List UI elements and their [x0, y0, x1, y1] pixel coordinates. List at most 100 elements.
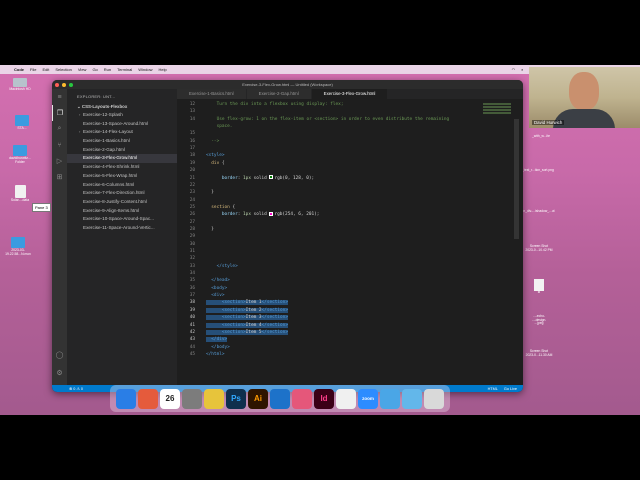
trash-icon[interactable] — [424, 388, 444, 409]
code-token: Item 5 — [245, 329, 262, 335]
search-icon[interactable]: ⌕ — [521, 67, 523, 72]
menu-item-help[interactable]: Help — [158, 67, 166, 72]
code-token: --> — [206, 138, 220, 144]
desktop-icon-movie[interactable]: 2023-03- 19.22.58...N.mov — [4, 237, 32, 256]
tab-exercise-3[interactable]: Exercise-3-Flex-Grow.html — [311, 89, 389, 99]
extensions-icon[interactable]: ⊞ — [52, 169, 67, 185]
code-text: </div> — [206, 337, 228, 343]
line-number: 30 — [189, 241, 195, 247]
finder-icon[interactable] — [116, 388, 136, 409]
line-number: 36 — [189, 285, 195, 291]
code-text: space. — [206, 124, 233, 129]
file-item[interactable]: Exercise-7-Flex-Direction.html — [67, 189, 177, 198]
code-token: <div> — [206, 293, 225, 299]
menu-app-name[interactable]: Code — [14, 67, 24, 72]
tab-exercise-1[interactable]: Exercise-1-Basics.html — [177, 89, 247, 99]
launchpad-icon[interactable] — [138, 388, 158, 409]
code-text: <section>Item 2</section> — [206, 307, 288, 313]
desktop-icon-right-5[interactable]: Screen Shot 2023-0...10.42 PM — [525, 244, 553, 252]
run-debug-icon[interactable]: ▷ — [52, 153, 67, 169]
menu-item-terminal[interactable]: Terminal — [117, 67, 132, 72]
code-line: 15 — [177, 130, 523, 137]
illustrator-icon[interactable]: Ai — [248, 388, 268, 409]
hard-drive-icon — [13, 78, 27, 87]
desktop-icon-right-6[interactable]: id — [525, 279, 553, 295]
photoshop-icon[interactable]: Ps — [226, 388, 246, 409]
accounts-icon[interactable]: ◯ — [52, 347, 67, 363]
code-editor[interactable]: 12 Turn the div into a flexbox using dis… — [177, 99, 523, 385]
editor-scrollbar[interactable] — [514, 119, 519, 239]
desktop-icon-folder[interactable]: STA... — [8, 115, 36, 131]
desktop-icon-right-2[interactable]: _with_w...ite — [527, 134, 555, 139]
color-swatch[interactable] — [269, 211, 274, 216]
menu-item-run[interactable]: Run — [104, 67, 111, 72]
explorer-icon[interactable]: ❐ — [52, 105, 67, 121]
file-item[interactable]: Exercise-13-Space-Around.html — [67, 120, 177, 129]
menu-item-selection[interactable]: Selection — [55, 67, 71, 72]
desktop-icon-user-folder[interactable]: davidhurwitz... Folder — [6, 145, 34, 164]
desktop-icon-data-file[interactable]: Solar...-data — [6, 185, 34, 203]
indesign-icon[interactable]: Id — [314, 388, 334, 409]
window-titlebar: Exercise-3-Flex-Grow.html — Untitled (Wo… — [52, 80, 523, 89]
tab-exercise-2[interactable]: Exercise-2-Gap.html — [246, 89, 312, 99]
desktop-icon-macintosh-hd[interactable]: Macintosh HD — [6, 78, 34, 92]
source-control-icon[interactable]: ⑂ — [52, 137, 67, 153]
problems-indicator[interactable]: ⊗ 0 ⚠ 0 — [69, 386, 83, 391]
desktop-icon-right-3[interactable]: _test_r...tion_sort.png — [522, 168, 554, 173]
color-swatch[interactable] — [269, 175, 274, 179]
file-item[interactable]: Exercise-6-Columns.html — [67, 181, 177, 190]
code-token: <section> — [206, 315, 246, 321]
webcam-name-label: David Hurwich — [532, 120, 565, 125]
settings-icon[interactable] — [182, 388, 202, 409]
file-item[interactable]: Exercise-10-Space-Around-Spac... — [67, 215, 177, 224]
menu-item-window[interactable]: Window — [138, 67, 152, 72]
downloads-icon[interactable] — [402, 388, 422, 409]
search-icon[interactable]: ⌕ — [52, 121, 67, 137]
language-mode[interactable]: HTML — [488, 387, 498, 391]
desktop-icon-right-8[interactable]: Screen Shot 2023-0...11.30 AM — [525, 349, 553, 357]
file-item[interactable]: Exercise-1-Basics.html — [67, 137, 177, 146]
stack-icon[interactable] — [292, 388, 312, 409]
folder-icon[interactable] — [380, 388, 400, 409]
calendar-icon[interactable]: 26 — [160, 388, 180, 409]
line-number: 15 — [189, 131, 195, 137]
go-live-button[interactable]: Go Live — [504, 387, 517, 391]
file-item[interactable]: Exercise-3-Flex-Grow.html — [67, 154, 177, 164]
minimap[interactable] — [483, 103, 511, 133]
desktop-icon-right-4[interactable]: n_div-...ishadow_...ut — [523, 209, 554, 214]
wifi-icon[interactable]: ◠ — [512, 67, 516, 72]
vscode-icon[interactable] — [270, 388, 290, 409]
line-number: 35 — [189, 278, 195, 284]
file-item[interactable]: Exercise-8-Justify-Content.html — [67, 198, 177, 207]
file-item[interactable]: › Exercise-12-Splash — [67, 111, 177, 120]
code-token: </div> — [206, 337, 228, 343]
code-text: border: 1px solid rgb(0, 128, 0); — [206, 175, 314, 181]
zoom-icon[interactable]: zoom — [358, 388, 378, 409]
line-number: 31 — [189, 249, 195, 254]
file-item[interactable]: Exercise-9-Align-Items.html — [67, 207, 177, 216]
lightbulb-icon[interactable] — [336, 388, 356, 409]
explorer-root-folder[interactable]: ⌄ CSS-Layouts-Flexbox — [67, 103, 177, 111]
code-token: </section> — [261, 300, 288, 306]
code-line: 17 — [177, 145, 523, 152]
menu-item-edit[interactable]: Edit — [42, 67, 49, 72]
code-token: Item 3 — [245, 315, 262, 321]
code-token: </head> — [206, 278, 230, 284]
file-item[interactable]: Exercise-5-Flex-Wrap.html — [67, 172, 177, 181]
file-item-label: Exercise-9-Align-Items.html — [83, 207, 140, 213]
code-line: 27 — [177, 219, 523, 226]
desktop-icon-right-7[interactable]: ...-echo- ...-design. ...jpeg — [525, 314, 553, 326]
file-item[interactable]: Exercise-4-Flex-Shrink.html — [67, 163, 177, 172]
code-token: </body> — [206, 344, 230, 350]
file-item[interactable]: Exercise-2-Gap.html — [67, 146, 177, 155]
manage-gear-icon[interactable]: ⚙ — [52, 365, 67, 381]
menu-item-go[interactable]: Go — [92, 67, 97, 72]
menu-icon[interactable]: ≡ — [52, 89, 67, 105]
illustrator-label: Ai — [254, 394, 262, 403]
chrome-icon[interactable] — [204, 388, 224, 409]
folder-icon — [13, 145, 27, 156]
menu-item-view[interactable]: View — [78, 67, 87, 72]
file-item[interactable]: Exercise-11-Space-Around-Vertic... — [67, 224, 177, 233]
menu-item-file[interactable]: File — [30, 67, 36, 72]
file-item[interactable]: › Exercise-14-Flex-Layout — [67, 128, 177, 137]
